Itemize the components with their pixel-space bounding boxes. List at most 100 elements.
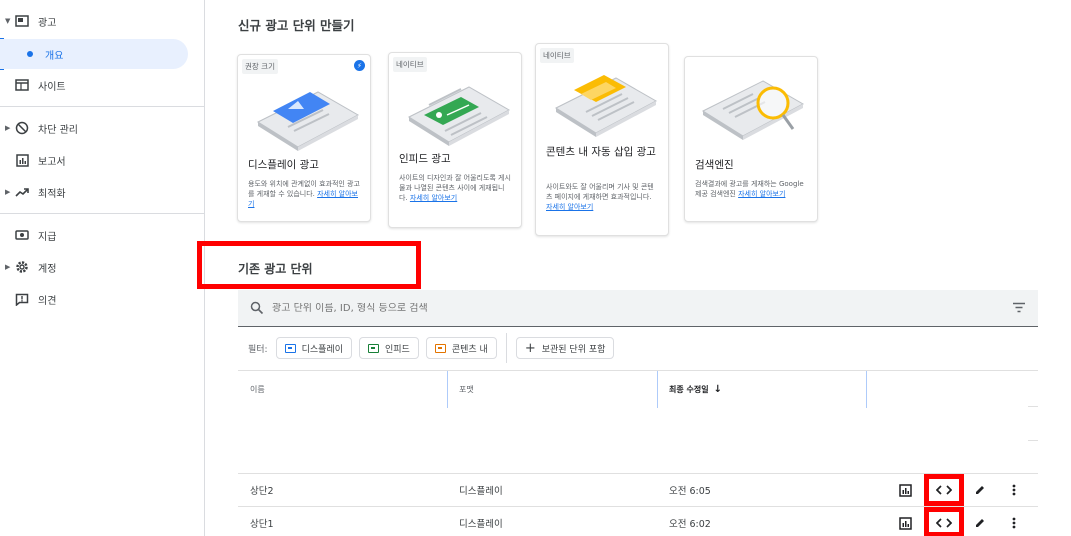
infeed-ad-card[interactable]: 네이티브 인피드 광고 사이트의 디자인과 잘 어울리도록 게시물과 나열된 콘…: [388, 52, 522, 228]
sidebar-item-label: 사이트: [38, 81, 66, 93]
sidebar-item-ads[interactable]: ▼ 광고: [0, 6, 190, 36]
sidebar-item-payments[interactable]: 지급: [0, 220, 190, 250]
more-vert-icon[interactable]: [1006, 515, 1022, 531]
sidebar-item-label: 최적화: [38, 188, 66, 200]
divider: [505, 333, 507, 363]
card-description: 사이트와도 잘 어울리며 기사 및 콘텐츠 페이지에 게재하면 효과적입니다. …: [546, 183, 654, 211]
sidebar-item-account[interactable]: ▶ 계정: [0, 252, 190, 282]
arrow-down-icon: ↓: [713, 384, 722, 395]
new-ad-unit-title: 신규 광고 단위 만들기: [238, 18, 355, 33]
divider: [0, 106, 204, 107]
sidebar-item-feedback[interactable]: 의견: [0, 284, 190, 314]
card-title: 콘텐츠 내 자동 삽입 광고: [546, 146, 656, 158]
gear-icon: [15, 260, 29, 274]
table-row[interactable]: 상단1 디스플레이 오전 6:02: [238, 506, 1038, 536]
ad-unit-format: 디스플레이: [459, 519, 503, 530]
ad-unit-format: 디스플레이: [459, 486, 503, 497]
feedback-icon: [15, 292, 29, 306]
recommended-badge-icon: ⚡: [354, 60, 365, 71]
filter-chip-infeed[interactable]: 인피드: [359, 337, 419, 359]
infeed-ad-illustration: [407, 86, 511, 146]
sidebar-item-overview[interactable]: 개요: [0, 39, 188, 69]
filter-label: 필터:: [248, 344, 268, 355]
sidebar: ▼ 광고 개요 사이트 ▶ 차단 관리 보고서 ▶ 최적화 지급 ▶ 계정 의견: [0, 0, 205, 536]
edit-icon[interactable]: [972, 515, 988, 531]
sidebar-item-reports[interactable]: 보고서: [0, 145, 190, 175]
sidebar-item-sites[interactable]: 사이트: [0, 70, 190, 100]
block-icon: [15, 121, 29, 135]
infeed-format-icon: [368, 343, 379, 353]
code-icon[interactable]: [936, 482, 952, 498]
filter-chip-inarticle[interactable]: 콘텐츠 내: [425, 337, 497, 359]
payments-icon: [15, 228, 29, 242]
inarticle-format-icon: [434, 343, 446, 353]
card-tag: 네이티브: [540, 48, 574, 63]
ad-unit-name[interactable]: 상단2: [250, 474, 274, 506]
caret-down-icon: ▼: [5, 17, 11, 25]
divider: [0, 213, 204, 214]
search-icon: [250, 301, 264, 315]
inarticle-ad-illustration: [554, 75, 658, 137]
sidebar-item-label: 지급: [38, 231, 57, 243]
learn-more-link[interactable]: 자세히 알아보기: [738, 190, 785, 198]
sidebar-item-label: 개요: [45, 50, 64, 62]
include-archived-chip[interactable]: + 보관된 단위 포함: [515, 337, 615, 359]
ad-unit-icon: [15, 14, 29, 28]
card-title: 디스플레이 광고: [248, 159, 319, 171]
card-title: 인피드 광고: [399, 153, 451, 165]
card-title: 검색엔진: [695, 159, 734, 171]
sidebar-item-label: 차단 관리: [38, 124, 78, 136]
trending-icon: [15, 185, 29, 199]
filter-chip-display[interactable]: 디스플레이: [275, 337, 352, 359]
search-engine-card[interactable]: 검색엔진 검색결과에 광고를 게재하는 Google 제공 검색엔진 자세히 알…: [684, 56, 818, 222]
plus-icon: +: [524, 340, 536, 356]
table-row[interactable]: 상단2 디스플레이 오전 6:05: [238, 473, 1038, 506]
chip-label: 디스플레이: [301, 344, 343, 355]
filter-list-icon[interactable]: [1012, 302, 1026, 313]
filter-row: 필터: 디스플레이 인피드 콘텐츠 내 + 보관된 단위 포함: [238, 333, 621, 363]
bullet-icon: [27, 51, 33, 57]
caret-right-icon: ▶: [5, 188, 11, 196]
sidebar-item-label: 보고서: [38, 156, 66, 168]
divider: [1028, 406, 1038, 407]
edit-icon[interactable]: [972, 482, 988, 498]
ad-unit-name[interactable]: 상단1: [250, 507, 274, 536]
table-header: 이름 포맷 최종 수정일 ↓: [238, 370, 1038, 408]
sidebar-item-optimization[interactable]: ▶ 최적화: [0, 177, 190, 207]
sidebar-item-label: 의견: [38, 295, 57, 307]
search-bar: [238, 290, 1038, 327]
main-content: 신규 광고 단위 만들기 권장 크기 ⚡ 디스플레이 광고 용도와 위치에 관계…: [197, 0, 1071, 536]
column-header-modified[interactable]: 최종 수정일 ↓: [657, 371, 722, 408]
report-icon: [15, 153, 29, 167]
column-header-format[interactable]: 포맷: [447, 371, 474, 408]
display-ad-illustration: [256, 91, 360, 151]
inarticle-ad-card[interactable]: 네이티브 콘텐츠 내 자동 삽입 광고 사이트와도 잘 어울리며 기사 및 콘텐…: [535, 43, 669, 236]
search-engine-illustration: [701, 80, 805, 140]
caret-right-icon: ▶: [5, 263, 11, 271]
chip-label: 보관된 단위 포함: [541, 344, 606, 355]
more-vert-icon[interactable]: [1006, 482, 1022, 498]
sidebar-item-label: 계정: [38, 263, 57, 275]
sidebar-item-block-controls[interactable]: ▶ 차단 관리: [0, 113, 190, 143]
chip-label: 인피드: [385, 344, 410, 355]
search-input[interactable]: [272, 302, 972, 314]
card-tag: 권장 크기: [242, 59, 278, 74]
code-icon[interactable]: [936, 515, 952, 531]
sites-icon: [15, 78, 29, 92]
card-description: 사이트의 디자인과 잘 어울리도록 게시물과 나열된 콘텐츠 사이에 게재됩니다…: [399, 174, 511, 202]
display-ad-card[interactable]: 권장 크기 ⚡ 디스플레이 광고 용도와 위치에 관계없이 효과적인 광고를 게…: [237, 54, 371, 222]
card-description: 용도와 위치에 관계없이 효과적인 광고를 게재할 수 있습니다. 자세히 알아…: [248, 180, 360, 208]
report-icon[interactable]: [897, 482, 913, 498]
ad-unit-modified: 오전 6:02: [669, 519, 711, 530]
sidebar-item-label: 광고: [38, 17, 57, 29]
ad-unit-modified: 오전 6:05: [669, 486, 711, 497]
learn-more-link[interactable]: 자세히 알아보기: [410, 194, 457, 202]
caret-right-icon: ▶: [5, 124, 11, 132]
card-description: 검색결과에 광고를 게재하는 Google 제공 검색엔진 자세히 알아보기: [695, 180, 804, 198]
column-header-name[interactable]: 이름: [238, 371, 265, 408]
existing-ad-units-title: 기존 광고 단위: [238, 262, 313, 276]
report-icon[interactable]: [897, 515, 913, 531]
learn-more-link[interactable]: 자세히 알아보기: [546, 203, 593, 211]
divider: [1028, 440, 1038, 441]
display-format-icon: [284, 343, 296, 353]
